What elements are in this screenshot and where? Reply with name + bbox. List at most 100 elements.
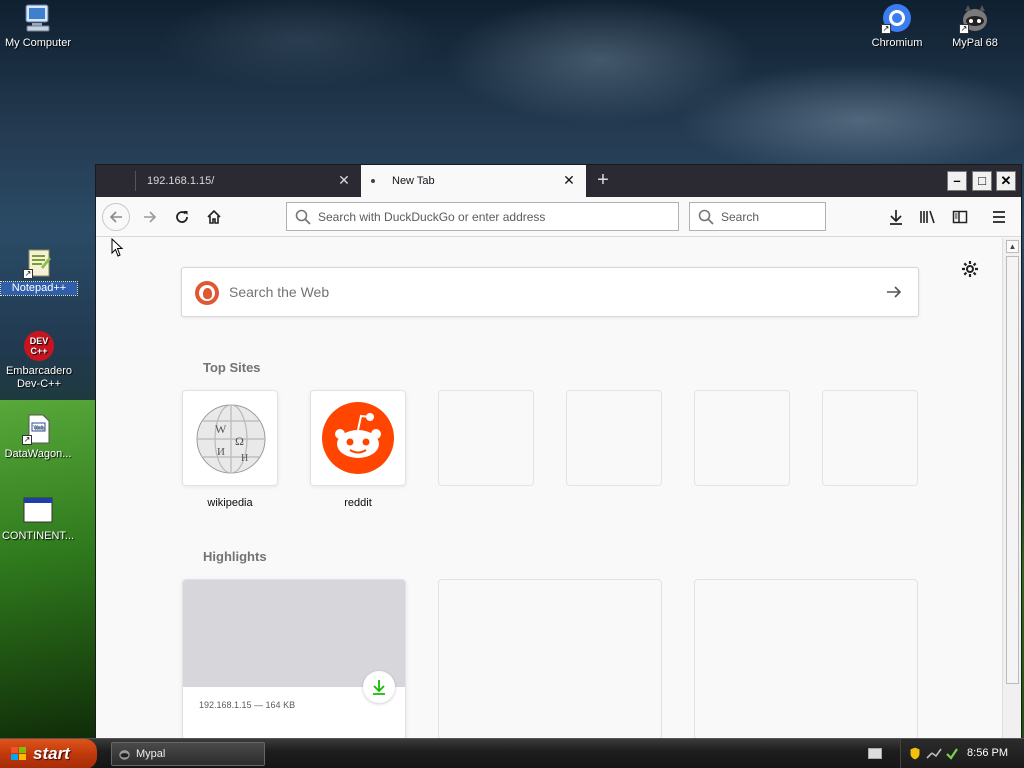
taskbar-button-mypal[interactable]: Mypal — [111, 742, 265, 766]
web-document-icon: Web ↗ — [22, 413, 54, 445]
tab-bar: 192.168.1.15/ ✕ New Tab ✕ + – □ ✕ — [96, 165, 1021, 197]
clock[interactable]: 8:56 PM — [967, 747, 1008, 759]
arrow-right-icon — [887, 286, 902, 298]
home-button[interactable] — [200, 203, 228, 231]
wikipedia-globe-icon: W Ω И H — [196, 404, 266, 474]
top-site-name: wikipedia — [207, 497, 253, 509]
address-bar-placeholder: Search with DuckDuckGo or enter address — [318, 209, 546, 224]
top-site-tile — [438, 390, 534, 486]
vertical-scrollbar[interactable]: ▲ — [1002, 238, 1021, 738]
top-sites-heading: Top Sites — [203, 360, 261, 375]
back-button[interactable] — [102, 203, 130, 231]
taskbar-button-label: Mypal — [136, 748, 166, 760]
system-tray: 8:56 PM — [900, 739, 1024, 768]
desktop-icon-label: MyPal 68 — [952, 37, 998, 49]
new-tab-page: Search the Web Top Sites W Ω И H wikiped… — [96, 238, 1002, 738]
menu-button[interactable] — [985, 203, 1013, 231]
top-site-tile — [566, 390, 662, 486]
desktop-icon-notepadpp[interactable]: ↗ Notepad++ — [0, 247, 78, 296]
downloads-button[interactable] — [882, 203, 910, 231]
mypal-raccoon-icon: ↗ — [959, 2, 991, 34]
desktop-icon-label: Notepad++ — [0, 281, 78, 296]
sidebar-icon — [952, 210, 968, 224]
close-window-button[interactable]: ✕ — [996, 171, 1016, 191]
search-bar[interactable]: Search — [689, 202, 826, 231]
top-site-empty-slot[interactable] — [822, 390, 918, 486]
mypal-raccoon-icon — [119, 750, 130, 760]
svg-text:И: И — [217, 446, 225, 458]
svg-text:Ω: Ω — [235, 434, 244, 448]
desktop-icon-datawagon[interactable]: Web ↗ DataWagon... — [0, 413, 76, 461]
tab-close-icon[interactable]: ✕ — [337, 173, 351, 187]
reload-button[interactable] — [168, 203, 196, 231]
navigation-toolbar: Search with DuckDuckGo or enter address … — [96, 197, 1021, 237]
top-site-empty-slot[interactable] — [566, 390, 662, 486]
svg-text:H: H — [241, 453, 248, 464]
scrollbar-thumb[interactable] — [1006, 256, 1019, 684]
top-site-reddit[interactable]: reddit — [310, 390, 406, 509]
search-icon — [698, 209, 714, 225]
svg-text:C++: C++ — [30, 346, 47, 356]
svg-text:W: W — [215, 422, 227, 436]
desktop-icon-label: DataWagon... — [4, 448, 72, 460]
tab-new-tab[interactable]: New Tab ✕ — [361, 165, 586, 197]
top-site-empty-slot[interactable] — [438, 390, 534, 486]
search-bar-placeholder: Search — [721, 209, 760, 224]
highlight-card-empty — [694, 579, 918, 738]
desktop-icon-continent[interactable]: CONTINENT... — [0, 495, 76, 543]
top-site-name: reddit — [344, 497, 372, 509]
maximize-button[interactable]: □ — [972, 171, 992, 191]
top-site-wikipedia[interactable]: W Ω И H wikipedia — [182, 390, 278, 509]
browser-window: 192.168.1.15/ ✕ New Tab ✕ + – □ ✕ Search… — [95, 164, 1022, 739]
security-shield-icon[interactable] — [909, 746, 921, 761]
arrow-right-icon — [144, 211, 157, 223]
top-site-tile — [310, 390, 406, 486]
minimize-button[interactable]: – — [947, 171, 967, 191]
desktop-icon-my-computer[interactable]: My Computer — [0, 2, 76, 50]
hamburger-menu-icon — [993, 211, 1005, 223]
top-site-empty-slot[interactable] — [694, 390, 790, 486]
network-icon[interactable] — [926, 747, 942, 760]
desktop-icon-label: Embarcadero Dev-C++ — [5, 365, 73, 390]
tab-title: 192.168.1.15/ — [147, 175, 215, 187]
desktop-icon-mypal[interactable]: ↗ MyPal 68 — [937, 2, 1013, 50]
tab-loading-dot-icon — [371, 179, 375, 183]
library-button[interactable] — [914, 203, 942, 231]
highlight-meta: 192.168.1.15 — 164 KB — [199, 700, 296, 710]
devcpp-icon: DEV C++ — [23, 330, 55, 362]
page-settings-button[interactable] — [960, 259, 980, 279]
tab-ip-address[interactable]: 192.168.1.15/ ✕ — [135, 165, 361, 197]
desktop-icon-devcpp[interactable]: DEV C++ Embarcadero Dev-C++ — [1, 330, 77, 391]
chromium-icon: ↗ — [881, 2, 913, 34]
shortcut-arrow-icon: ↗ — [22, 435, 32, 445]
start-button[interactable]: start — [0, 739, 97, 768]
download-icon — [890, 210, 902, 225]
scroll-up-icon[interactable]: ▲ — [1006, 240, 1019, 253]
reddit-alien-icon — [322, 402, 394, 474]
sidebar-button[interactable] — [946, 203, 974, 231]
download-icon — [373, 680, 385, 695]
highlight-card-download[interactable]: 192.168.1.15 — 164 KB — [182, 579, 406, 738]
new-tab-button[interactable]: + — [592, 170, 614, 192]
home-icon — [207, 209, 221, 224]
window-app-icon — [22, 495, 54, 527]
tray-app-icon[interactable] — [945, 747, 959, 760]
notepadpp-icon: ↗ — [23, 247, 55, 279]
top-site-tile: W Ω И H — [182, 390, 278, 486]
web-search-box[interactable]: Search the Web — [181, 267, 919, 317]
tab-title: New Tab — [392, 175, 435, 187]
highlights-heading: Highlights — [203, 549, 267, 564]
highlight-card-empty — [438, 579, 662, 738]
desktop-icon-label: CONTINENT... — [1, 530, 75, 542]
reload-icon — [176, 211, 188, 223]
tab-close-icon[interactable]: ✕ — [562, 173, 576, 187]
forward-button[interactable] — [136, 203, 164, 231]
top-site-tile — [822, 390, 918, 486]
desktop-icon-chromium[interactable]: ↗ Chromium — [859, 2, 935, 50]
highlight-preview — [183, 580, 405, 687]
keyboard-layout-icon[interactable] — [868, 748, 882, 759]
address-bar[interactable]: Search with DuckDuckGo or enter address — [286, 202, 679, 231]
my-computer-icon — [22, 2, 54, 34]
svg-text:Web: Web — [33, 425, 43, 431]
svg-text:DEV: DEV — [30, 336, 49, 346]
